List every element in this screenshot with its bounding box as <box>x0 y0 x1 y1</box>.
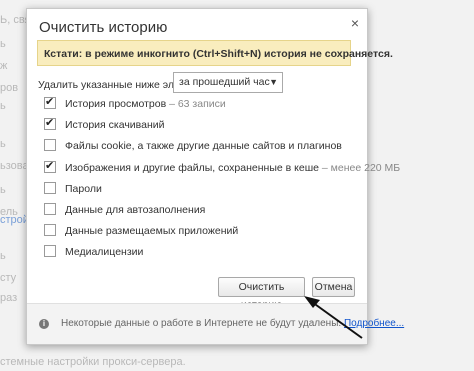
annotation-arrow <box>304 296 363 339</box>
